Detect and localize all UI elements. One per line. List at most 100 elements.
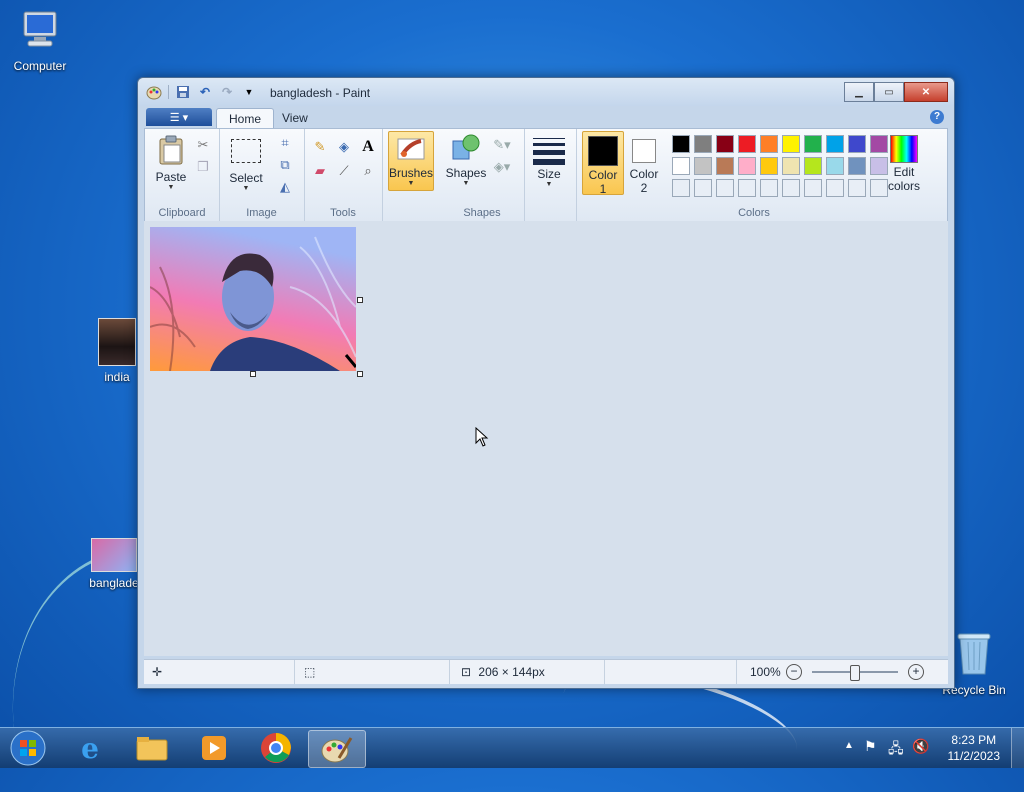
custom-color-slot[interactable]: [738, 179, 756, 197]
custom-color-slot[interactable]: [672, 179, 690, 197]
color2-swatch: [632, 139, 656, 163]
tab-home[interactable]: Home: [216, 108, 275, 129]
color-swatch[interactable]: [672, 135, 690, 153]
brushes-group: Brushes ▼: [382, 129, 440, 221]
paint-icon: [321, 737, 353, 763]
folder-icon: [136, 737, 168, 761]
maximize-button[interactable]: ▭: [874, 82, 904, 102]
resize-handle-right[interactable]: [357, 297, 363, 303]
color-swatch[interactable]: [804, 157, 822, 175]
custom-color-slot[interactable]: [716, 179, 734, 197]
eraser-icon[interactable]: ▰: [310, 161, 330, 181]
zoom-in-icon[interactable]: +: [908, 664, 924, 680]
customize-toolbar-icon[interactable]: ▼: [241, 84, 257, 100]
taskbar-paint[interactable]: [308, 730, 366, 768]
tools-group: ✎ ◈ A ▰ ⟋ ⌕ Tools: [304, 129, 383, 221]
image-dimensions: 206 × 144px: [478, 665, 545, 679]
color-swatch[interactable]: [760, 157, 778, 175]
maximize-icon: ▭: [884, 86, 894, 98]
custom-color-slot[interactable]: [694, 179, 712, 197]
tab-view[interactable]: View: [270, 108, 320, 128]
copy-icon[interactable]: ❐: [193, 157, 213, 177]
minimize-button[interactable]: ▁: [844, 82, 874, 102]
help-icon[interactable]: ?: [930, 110, 944, 124]
close-button[interactable]: ✕: [904, 82, 948, 102]
magnifier-icon[interactable]: ⌕: [358, 161, 378, 181]
clock[interactable]: 8:23 PM 11/2/2023: [948, 732, 1001, 764]
cut-icon[interactable]: ✂: [193, 135, 213, 155]
quick-access-toolbar: ↶ ↷ ▼: [146, 84, 257, 100]
resize-handle-bottom[interactable]: [250, 371, 256, 377]
zoom-out-icon[interactable]: −: [786, 664, 802, 680]
color-swatch[interactable]: [826, 157, 844, 175]
custom-color-slot[interactable]: [782, 179, 800, 197]
paint-app-icon[interactable]: [146, 84, 162, 100]
color-swatch[interactable]: [738, 135, 756, 153]
mouse-cursor-icon: [475, 427, 489, 447]
desktop-icon-label: india: [104, 370, 130, 384]
title-bar[interactable]: ↶ ↷ ▼ bangladesh - Paint ▁ ▭ ✕: [138, 78, 954, 106]
canvas-area[interactable]: [144, 221, 948, 656]
color-swatch[interactable]: [672, 157, 690, 175]
clock-date: 11/2/2023: [947, 749, 1001, 763]
taskbar-chrome[interactable]: [248, 730, 304, 766]
shapes-button[interactable]: Shapes ▼: [444, 133, 488, 188]
paint-menu-button[interactable]: ☰ ▾: [146, 108, 212, 126]
zoom-slider-thumb[interactable]: [850, 665, 860, 681]
color-swatch[interactable]: [760, 135, 778, 153]
color-swatch[interactable]: [738, 157, 756, 175]
color-swatch[interactable]: [716, 157, 734, 175]
crop-icon[interactable]: ⌗: [275, 133, 295, 153]
shape-fill-icon[interactable]: ◈▾: [492, 157, 512, 177]
desktop-icon-computer[interactable]: Computer: [0, 8, 80, 73]
size-button[interactable]: Size ▼: [530, 135, 568, 189]
rotate-icon[interactable]: ◭: [275, 177, 295, 197]
minimize-icon: ▁: [855, 86, 863, 98]
brushes-button[interactable]: Brushes ▼: [388, 131, 434, 191]
color-swatch[interactable]: [804, 135, 822, 153]
custom-color-slot[interactable]: [826, 179, 844, 197]
text-icon[interactable]: A: [358, 137, 378, 157]
outline-icon[interactable]: ✎▾: [492, 135, 512, 155]
fill-icon[interactable]: ◈: [334, 137, 354, 157]
save-icon[interactable]: [175, 84, 191, 100]
start-button[interactable]: [0, 730, 56, 766]
redo-icon[interactable]: ↷: [219, 84, 235, 100]
image-size-icon: ⊡: [461, 665, 472, 679]
select-button[interactable]: Select ▼: [225, 135, 267, 193]
color-swatch[interactable]: [694, 135, 712, 153]
resize-handle-corner[interactable]: [357, 371, 363, 377]
color-picker-icon[interactable]: ⟋: [334, 161, 354, 181]
taskbar-media-player[interactable]: [186, 730, 242, 766]
color2-button[interactable]: Color 2: [624, 131, 664, 195]
color-swatch[interactable]: [782, 135, 800, 153]
paste-button[interactable]: Paste ▼: [153, 135, 189, 192]
show-desktop-button[interactable]: [1011, 728, 1024, 768]
network-icon[interactable]: 🖧: [888, 738, 904, 762]
undo-icon[interactable]: ↶: [197, 84, 213, 100]
taskbar-file-explorer[interactable]: [124, 730, 180, 766]
pencil-icon[interactable]: ✎: [310, 137, 330, 157]
color-swatch[interactable]: [694, 157, 712, 175]
color-swatch[interactable]: [826, 135, 844, 153]
color1-button[interactable]: Color 1: [582, 131, 624, 196]
color-swatch[interactable]: [848, 157, 866, 175]
close-icon: ✕: [921, 86, 931, 98]
zoom-slider[interactable]: [812, 665, 898, 681]
canvas-image[interactable]: [150, 227, 356, 371]
status-bar: ✛ ⬚ ⊡ 206 × 144px 100% − +: [144, 659, 948, 684]
action-center-icon[interactable]: ⚑: [864, 738, 877, 755]
taskbar-internet-explorer[interactable]: e: [62, 730, 118, 766]
custom-color-slot[interactable]: [804, 179, 822, 197]
custom-color-slot[interactable]: [848, 179, 866, 197]
color-swatch[interactable]: [848, 135, 866, 153]
volume-muted-icon[interactable]: 🔇: [912, 738, 929, 755]
color-swatch[interactable]: [716, 135, 734, 153]
shapes-group: Shapes ▼ ✎▾ ◈▾ Shapes: [440, 129, 525, 221]
show-hidden-icons-icon[interactable]: ▲: [844, 740, 854, 751]
color-swatch[interactable]: [782, 157, 800, 175]
resize-icon[interactable]: ⧉: [275, 155, 295, 175]
custom-color-slot[interactable]: [760, 179, 778, 197]
edit-colors-button[interactable]: Edit colors: [882, 135, 926, 193]
group-label: Image: [246, 207, 277, 219]
